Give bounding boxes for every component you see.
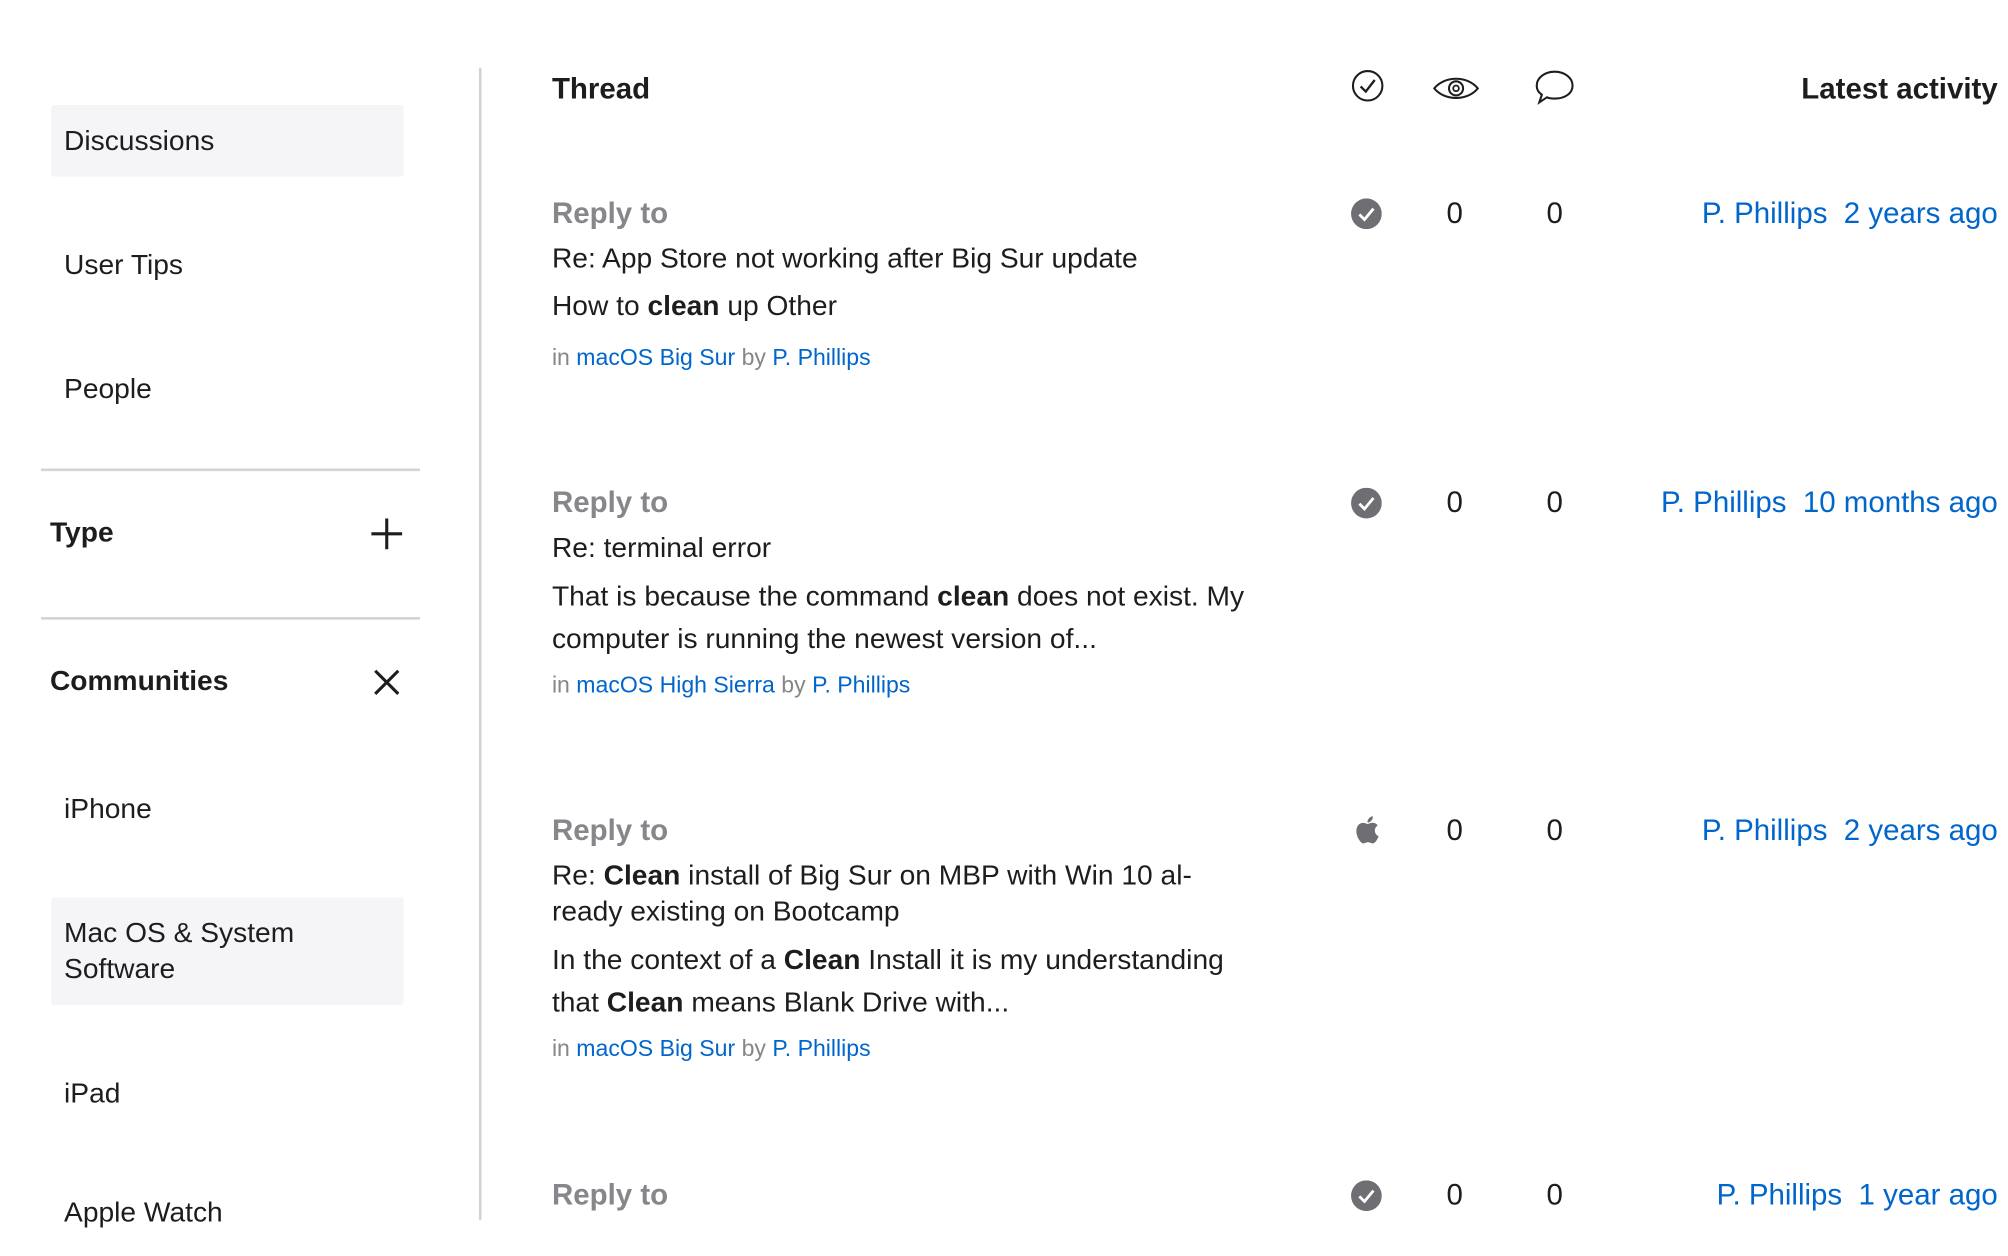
latest-activity: P. Phillips 2 years ago <box>1702 196 1998 231</box>
community-link[interactable]: macOS Big Sur <box>576 1036 735 1062</box>
apple-icon <box>1356 816 1379 844</box>
views-count: 0 <box>1446 812 1463 847</box>
speech-bubble-icon <box>1535 70 1574 105</box>
solved-check-icon <box>1351 198 1382 230</box>
plus-icon[interactable] <box>368 515 406 553</box>
latest-time-link[interactable]: 2 years ago <box>1844 196 1998 229</box>
latest-activity: P. Phillips 10 months ago <box>1661 485 1998 520</box>
latest-user-link[interactable]: P. Phillips <box>1702 196 1828 229</box>
thread-snippet: That is because the command clean does n… <box>551 579 1245 655</box>
latest-time-link[interactable]: 1 year ago <box>1859 1178 1998 1211</box>
replies-count: 0 <box>1546 485 1563 519</box>
replies-count: 0 <box>1546 1177 1563 1212</box>
thread-meta: in macOS Big Sur by P. Phillips <box>551 344 871 370</box>
sidebar-item-people[interactable]: People <box>51 353 403 425</box>
sidebar-item-user-tips[interactable]: User Tips <box>51 229 403 301</box>
eye-icon <box>1432 77 1480 99</box>
divider <box>40 617 421 620</box>
thread-title-link[interactable]: Re: App Store not working after Big Sur … <box>552 241 1269 277</box>
column-header-thread: Thread <box>551 71 651 105</box>
replies-count: 0 <box>1546 812 1563 847</box>
community-item-apple-watch[interactable]: Apple Watch <box>51 1184 403 1256</box>
sidebar-divider <box>478 67 482 1221</box>
latest-activity: P. Phillips 1 year ago <box>1717 1178 1998 1213</box>
views-count: 0 <box>1446 485 1463 519</box>
replies-count: 0 <box>1546 195 1563 230</box>
thread-meta: in macOS High Sierra by P. Phillips <box>551 672 911 698</box>
author-link[interactable]: P. Phillips <box>812 672 910 698</box>
latest-user-link[interactable]: P. Phillips <box>1661 485 1787 518</box>
close-icon[interactable] <box>368 663 406 701</box>
thread-title-link[interactable]: Re: Clean install of Big Sur on MBP with… <box>552 858 1237 930</box>
views-count: 0 <box>1446 195 1463 230</box>
latest-time-link[interactable]: 2 years ago <box>1844 813 1998 846</box>
views-count: 0 <box>1446 1177 1463 1212</box>
latest-activity: P. Phillips 2 years ago <box>1702 813 1998 848</box>
thread-meta: in macOS Big Sur by P. Phillips <box>551 1035 871 1062</box>
reply-to-label: Reply to <box>551 812 669 847</box>
community-item-mac-os[interactable]: Mac OS & System Software <box>51 897 404 1005</box>
latest-user-link[interactable]: P. Phillips <box>1702 813 1828 846</box>
checkmark-circle-icon <box>1351 70 1384 102</box>
community-link[interactable]: macOS High Sierra <box>576 672 775 698</box>
sidebar-item-discussions[interactable]: Discussions <box>51 104 404 177</box>
type-section-title: Type <box>49 515 114 548</box>
thread-title-link[interactable]: Re: terminal error <box>552 530 1269 566</box>
thread-snippet: How to clean up Other <box>551 289 837 322</box>
reply-to-label: Reply to <box>551 1177 669 1212</box>
communities-section-title: Communities <box>49 664 229 697</box>
latest-user-link[interactable]: P. Phillips <box>1717 1178 1843 1211</box>
solved-check-icon <box>1351 487 1382 519</box>
author-link[interactable]: P. Phillips <box>772 344 870 370</box>
reply-to-label: Reply to <box>551 485 669 519</box>
community-item-ipad[interactable]: iPad <box>51 1057 403 1129</box>
column-header-latest-activity: Latest activity <box>1801 71 1998 105</box>
community-link[interactable]: macOS Big Sur <box>576 344 735 370</box>
solved-check-icon <box>1351 1180 1382 1212</box>
community-item-iphone[interactable]: iPhone <box>51 773 403 845</box>
author-link[interactable]: P. Phillips <box>772 1036 870 1062</box>
latest-time-link[interactable]: 10 months ago <box>1803 485 1998 518</box>
sidebar: Discussions User Tips People Type Commun… <box>0 0 482 1228</box>
reply-to-label: Reply to <box>551 195 669 230</box>
thread-snippet: In the context of a Clean Install it is … <box>551 943 1224 1018</box>
divider <box>40 468 421 472</box>
